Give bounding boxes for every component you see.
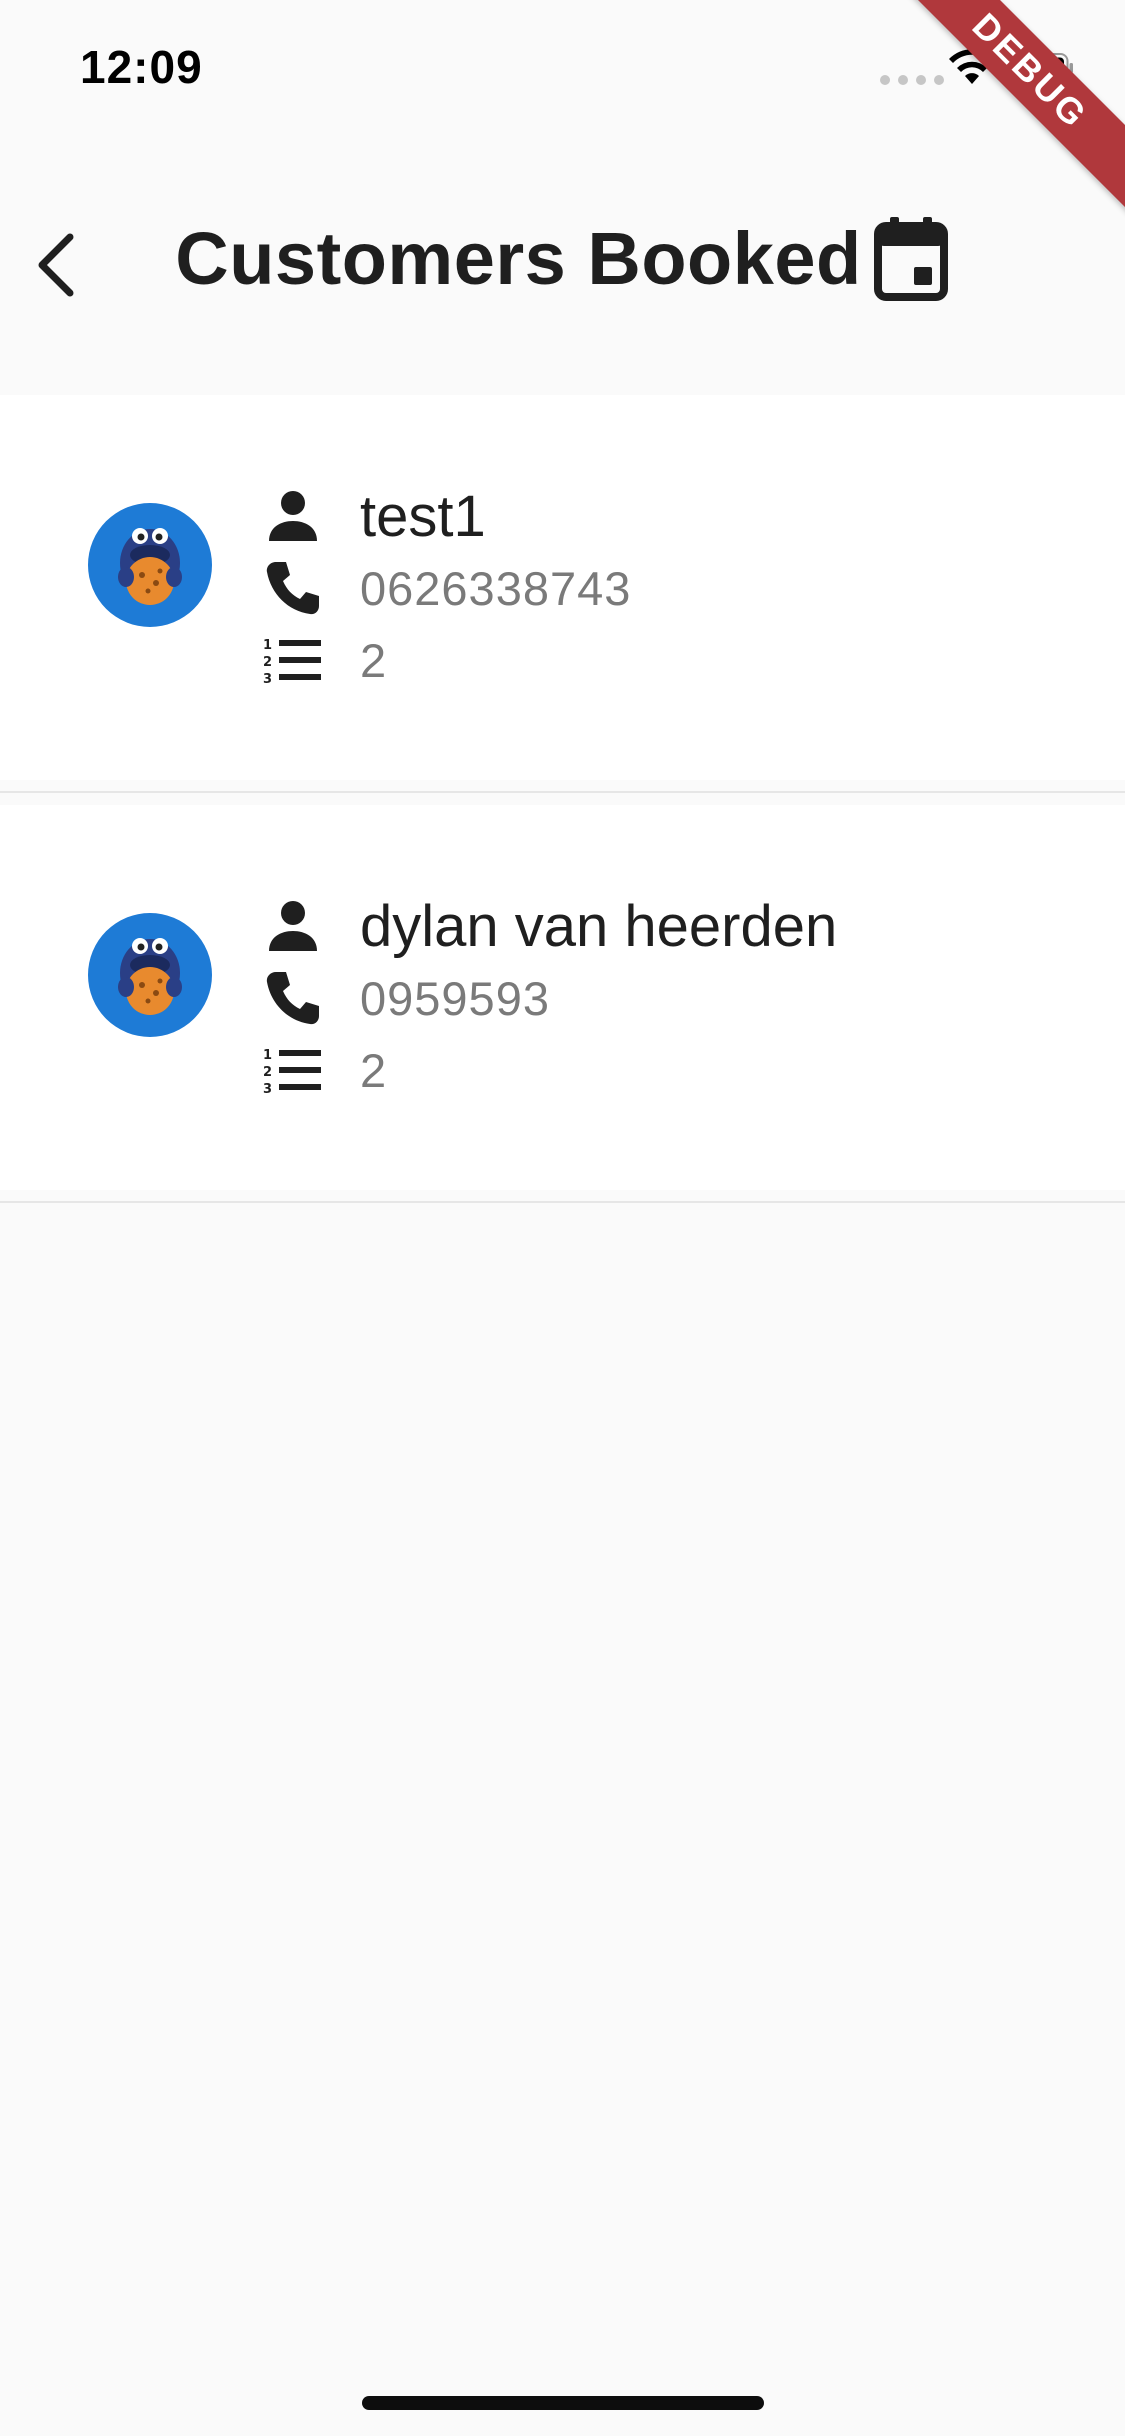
customer-count: 2 xyxy=(360,633,388,687)
status-time: 12:09 xyxy=(80,41,203,93)
status-bar: 12:09 DEBUG xyxy=(0,0,1125,226)
divider xyxy=(0,780,1125,805)
customer-phone: 0959593 xyxy=(360,971,550,1025)
svg-text:2: 2 xyxy=(263,655,272,670)
customer-phone-row: 0959593 xyxy=(262,962,837,1034)
customer-name-row: test1 xyxy=(262,480,631,552)
format-list-numbered-icon: 1 2 3 xyxy=(263,638,321,685)
customer-name: test1 xyxy=(360,483,486,549)
person-icon xyxy=(269,901,317,951)
customer-count: 2 xyxy=(360,1043,388,1097)
avatar xyxy=(88,913,212,1037)
page-title: Customers Booked xyxy=(175,216,862,300)
customer-phone: 0626338743 xyxy=(360,561,632,615)
format-list-numbered-icon: 1 2 3 xyxy=(263,1048,321,1095)
person-icon xyxy=(269,491,317,541)
customer-card[interactable]: test1 0626338743 1 2 3 2 xyxy=(0,395,1125,780)
svg-text:1: 1 xyxy=(263,638,272,653)
svg-text:3: 3 xyxy=(263,672,272,685)
phone-icon xyxy=(266,972,319,1025)
customer-count-row: 1 2 3 2 xyxy=(262,624,631,696)
app-bar: Customers Booked xyxy=(0,135,1125,395)
customer-card[interactable]: dylan van heerden 0959593 1 2 3 2 xyxy=(0,805,1125,1190)
phone-icon xyxy=(266,562,319,615)
customer-list: test1 0626338743 1 2 3 2 dylan van heerd… xyxy=(0,395,1125,1215)
cellular-signal-icon xyxy=(880,75,944,85)
customer-info: test1 0626338743 1 2 3 2 xyxy=(262,480,631,696)
avatar xyxy=(88,503,212,627)
svg-text:3: 3 xyxy=(263,1082,272,1095)
divider xyxy=(0,1190,1125,1215)
svg-text:2: 2 xyxy=(263,1065,272,1080)
customer-name-row: dylan van heerden xyxy=(262,890,837,962)
customer-phone-row: 0626338743 xyxy=(262,552,631,624)
calendar-event-icon[interactable] xyxy=(872,215,950,301)
customer-name: dylan van heerden xyxy=(360,893,838,959)
customer-count-row: 1 2 3 2 xyxy=(262,1034,837,1106)
svg-text:1: 1 xyxy=(263,1048,272,1063)
home-indicator[interactable] xyxy=(362,2396,764,2410)
customer-info: dylan van heerden 0959593 1 2 3 2 xyxy=(262,890,837,1106)
title-wrap: Customers Booked xyxy=(0,215,1125,301)
